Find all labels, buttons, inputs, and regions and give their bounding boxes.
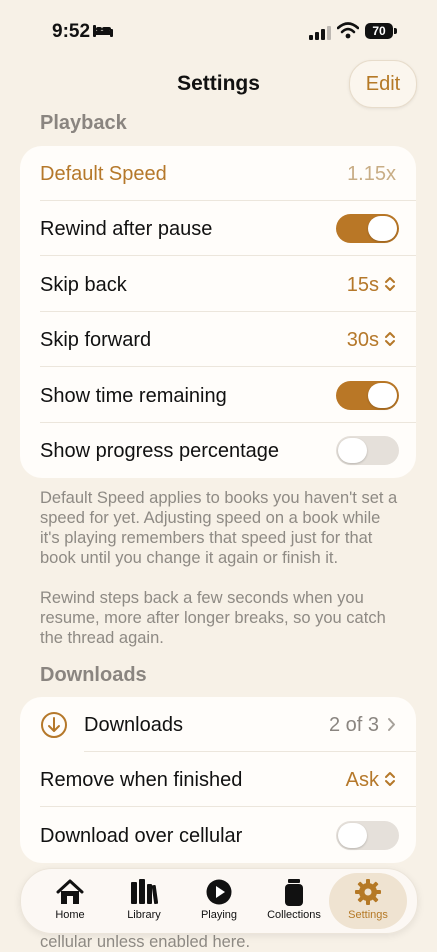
tab-playing[interactable]: Playing [180, 873, 258, 929]
remove-when-finished-label: Remove when finished [40, 769, 243, 791]
show-time-remaining-row: Show time remaining [20, 368, 416, 423]
status-bar: 9:52 70 [0, 0, 437, 62]
show-progress-percentage-toggle[interactable] [336, 436, 399, 465]
downloads-count: 2 of 3 [328, 714, 379, 736]
jar-icon [285, 879, 303, 906]
skip-back-value[interactable]: 15s [347, 274, 396, 297]
skip-back-value-text: 15s [346, 274, 379, 296]
download-over-cellular-row: Download over cellular [20, 808, 416, 863]
battery-tip [394, 28, 397, 34]
chevron-right-icon [388, 718, 395, 731]
toggle-knob [338, 438, 367, 463]
downloads-section-header: Downloads [40, 664, 147, 686]
play-circle-icon [206, 879, 232, 905]
remove-when-finished-value-text: Ask [345, 769, 379, 791]
tab-playing-label: Playing [200, 909, 238, 921]
default-speed-row[interactable]: Default Speed 1.15x [20, 146, 416, 201]
downloads-footer-note: cellular unless enabled here. [40, 933, 251, 951]
tab-settings-label: Settings [348, 909, 388, 921]
skip-back-label: Skip back [40, 274, 127, 296]
tab-collections-label: Collections [267, 909, 321, 921]
status-time: 9:52 [52, 21, 91, 42]
skip-forward-label: Skip forward [40, 329, 152, 351]
show-time-remaining-label: Show time remaining [40, 385, 227, 407]
show-progress-percentage-row: Show progress percentage [20, 423, 416, 478]
rewind-after-pause-label: Rewind after pause [40, 218, 213, 240]
remove-when-finished-row[interactable]: Remove when finished Ask [20, 752, 416, 807]
sleep-focus-icon [93, 25, 113, 37]
rewind-after-pause-row: Rewind after pause [20, 201, 416, 256]
show-progress-percentage-label: Show progress percentage [40, 440, 280, 462]
edit-button[interactable]: Edit [349, 60, 417, 108]
house-icon [56, 879, 84, 904]
divider [40, 255, 416, 256]
playback-card: Default Speed 1.15x Rewind after pause S… [20, 146, 416, 478]
downloads-value: 2 of 3 [329, 714, 396, 737]
toggle-knob [368, 383, 397, 408]
skip-back-row[interactable]: Skip back 15s [20, 257, 416, 312]
downloads-label: Downloads [84, 714, 183, 736]
tab-library-label: Library [127, 909, 161, 921]
divider [40, 806, 416, 807]
divider [40, 366, 416, 367]
tab-bar: Home Library Playing Collections Setting… [20, 868, 418, 934]
default-speed-value: 1.15x [347, 163, 396, 185]
show-time-remaining-toggle[interactable] [336, 381, 399, 410]
gear-icon [355, 879, 381, 905]
skip-forward-row[interactable]: Skip forward 30s [20, 312, 416, 367]
tab-home-label: Home [55, 909, 85, 921]
books-icon [131, 879, 158, 905]
chevron-up-down-icon [385, 277, 395, 291]
playback-footer-speed-note: Default Speed applies to books you haven… [40, 489, 398, 567]
tab-library[interactable]: Library [105, 873, 183, 929]
wifi-icon [337, 22, 359, 39]
cellular-signal-icon [309, 26, 331, 40]
chevron-up-down-icon [385, 772, 395, 786]
skip-forward-value-text: 30s [346, 329, 379, 351]
downloads-card: Downloads 2 of 3 Remove when finished As… [20, 697, 416, 863]
chevron-up-down-icon [385, 332, 395, 346]
downloads-row[interactable]: Downloads 2 of 3 [20, 697, 416, 752]
playback-footer-rewind-note: Rewind steps back a few seconds when you… [40, 589, 386, 647]
toggle-knob [338, 823, 367, 848]
skip-forward-value[interactable]: 30s [347, 329, 396, 352]
default-speed-label: Default Speed [40, 163, 167, 185]
download-over-cellular-toggle[interactable] [336, 821, 399, 850]
download-circle-icon [41, 712, 67, 738]
tab-home[interactable]: Home [31, 873, 109, 929]
battery-icon: 70 [365, 23, 393, 39]
toggle-knob [368, 216, 397, 241]
rewind-after-pause-toggle[interactable] [336, 214, 399, 243]
download-over-cellular-label: Download over cellular [40, 825, 243, 847]
remove-when-finished-value[interactable]: Ask [346, 769, 396, 792]
tab-settings[interactable]: Settings [329, 873, 407, 929]
tab-collections[interactable]: Collections [255, 873, 333, 929]
playback-section-header: Playback [40, 112, 127, 134]
